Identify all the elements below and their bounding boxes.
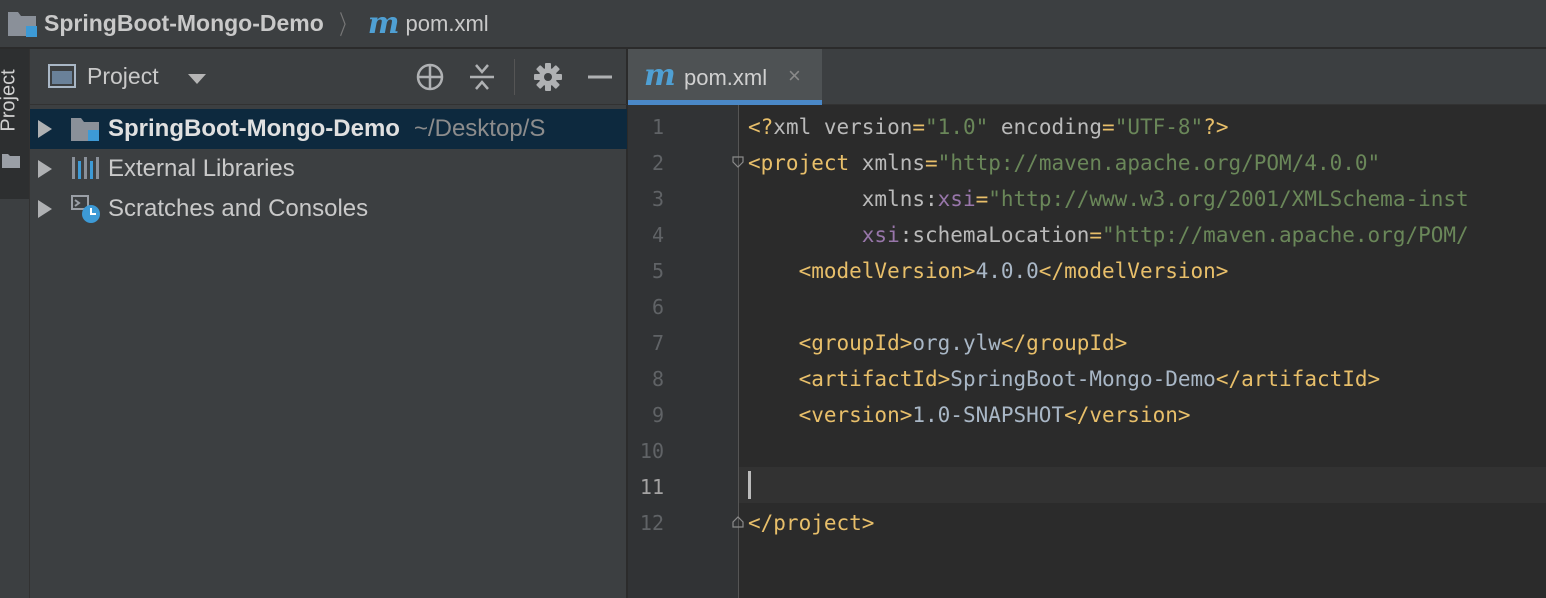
code-token: = bbox=[1089, 223, 1103, 247]
project-folder-icon bbox=[6, 9, 40, 39]
line-number: 8 bbox=[651, 367, 664, 391]
code-token: encoding bbox=[988, 115, 1103, 139]
code-token: </version> bbox=[1064, 403, 1191, 427]
project-tool-window-label: Project bbox=[0, 69, 20, 132]
code-token: 1.0-SNAPSHOT bbox=[912, 403, 1065, 427]
code-line: <modelVersion>4.0.0</modelVersion> bbox=[748, 253, 1229, 289]
code-line: <version>1.0-SNAPSHOT</version> bbox=[748, 397, 1191, 433]
project-view-icon bbox=[48, 64, 76, 88]
code-token: </groupId> bbox=[1000, 331, 1128, 355]
tree-item-project[interactable]: SpringBoot-Mongo-Demo ~/Desktop/S bbox=[30, 109, 627, 149]
navigation-breadcrumb: SpringBoot-Mongo-Demo 〉 m pom.xml bbox=[0, 0, 1546, 48]
code-token: </modelVersion> bbox=[1038, 259, 1229, 283]
minimize-icon[interactable] bbox=[584, 61, 616, 93]
tool-window-strip: Project bbox=[0, 49, 30, 598]
current-line-highlight bbox=[739, 467, 1546, 503]
editor-tab-bar: m pom.xml × bbox=[628, 49, 1546, 105]
gear-icon[interactable] bbox=[532, 61, 564, 93]
tree-item-label: Scratches and Consoles bbox=[108, 195, 369, 222]
libraries-icon bbox=[70, 153, 102, 185]
folder-icon bbox=[2, 153, 20, 168]
line-number: 3 bbox=[651, 187, 664, 211]
locate-file-icon[interactable] bbox=[414, 61, 446, 93]
fold-marker-icon[interactable] bbox=[732, 155, 744, 168]
code-token: = bbox=[925, 151, 938, 175]
line-number: 1 bbox=[651, 115, 664, 139]
code-token: "UTF-8" bbox=[1114, 115, 1204, 139]
code-token: SpringBoot-Mongo-Demo bbox=[950, 367, 1216, 391]
project-name: SpringBoot-Mongo-Demo bbox=[108, 115, 400, 142]
code-token: xml version bbox=[773, 115, 913, 139]
breadcrumb-file[interactable]: pom.xml bbox=[406, 11, 489, 37]
line-number: 2 bbox=[651, 151, 664, 175]
maven-file-icon: m bbox=[644, 58, 676, 93]
code-token: = bbox=[975, 187, 989, 211]
breadcrumb-project[interactable]: SpringBoot-Mongo-Demo bbox=[44, 10, 324, 37]
project-view-selector[interactable]: Project bbox=[87, 63, 159, 90]
code-token: ?> bbox=[1203, 115, 1229, 139]
breadcrumb-separator-icon: 〉 bbox=[338, 10, 355, 40]
code-token: xsi bbox=[937, 187, 976, 211]
project-panel-header: Project bbox=[30, 49, 627, 105]
code-line: <groupId>org.ylw</groupId> bbox=[748, 325, 1128, 361]
code-line: xsi:schemaLocation="http://maven.apache.… bbox=[748, 217, 1469, 253]
project-tool-window-tab[interactable]: Project bbox=[0, 49, 29, 199]
line-number: 7 bbox=[651, 331, 664, 355]
line-number: 11 bbox=[639, 475, 664, 499]
code-token: <modelVersion> bbox=[748, 259, 976, 283]
project-folder-icon bbox=[70, 113, 102, 145]
code-line: <artifactId>SpringBoot-Mongo-Demo</artif… bbox=[748, 361, 1381, 397]
code-token: <groupId> bbox=[748, 331, 913, 355]
project-panel: Project SpringBoot-Mongo-Demo ~/Desktop/… bbox=[30, 49, 627, 598]
code-token: xmlns: bbox=[748, 187, 938, 211]
code-token: :schemaLocation bbox=[899, 223, 1090, 247]
header-divider bbox=[514, 59, 515, 95]
code-line: </project> bbox=[748, 505, 874, 541]
line-number: 9 bbox=[651, 403, 664, 427]
text-caret bbox=[748, 471, 751, 499]
tree-item-label: SpringBoot-Mongo-Demo ~/Desktop/S bbox=[108, 115, 545, 143]
project-path: ~/Desktop/S bbox=[413, 115, 546, 142]
line-number: 12 bbox=[639, 511, 664, 535]
tab-label: pom.xml bbox=[684, 65, 768, 90]
code-editor[interactable]: 1 2 3 4 5 6 7 8 9 10 11 12 <?xml version="1.0" enco… bbox=[628, 105, 1546, 598]
code-token: "http://maven.apache.org/POM/ bbox=[1102, 223, 1469, 247]
tree-item-label: External Libraries bbox=[108, 155, 295, 182]
maven-file-icon: m bbox=[367, 5, 400, 41]
code-line: <project xmlns="http://maven.apache.org/… bbox=[748, 145, 1380, 181]
tree-item-scratches[interactable]: Scratches and Consoles bbox=[30, 189, 627, 229]
line-number: 10 bbox=[639, 439, 664, 463]
line-number: 5 bbox=[651, 259, 664, 283]
code-token: = bbox=[912, 115, 926, 139]
chevron-down-icon[interactable] bbox=[188, 74, 206, 84]
code-token: <version> bbox=[748, 403, 913, 427]
code-token: "http://www.w3.org/2001/XMLSchema-inst bbox=[988, 187, 1469, 211]
scratches-icon bbox=[70, 193, 102, 225]
line-number: 6 bbox=[651, 295, 664, 319]
code-token: <project bbox=[748, 151, 862, 175]
line-number: 4 bbox=[651, 223, 664, 247]
code-token: </project> bbox=[748, 511, 875, 535]
close-icon[interactable]: × bbox=[788, 63, 801, 89]
expand-arrow-icon[interactable] bbox=[38, 120, 52, 138]
expand-arrow-icon[interactable] bbox=[38, 200, 52, 218]
code-token: <? bbox=[748, 115, 774, 139]
code-line: <?xml version="1.0" encoding="UTF-8"?> bbox=[748, 109, 1229, 145]
code-token: <artifactId> bbox=[748, 367, 951, 391]
code-token: "1.0" bbox=[925, 115, 989, 139]
tree-item-external-libraries[interactable]: External Libraries bbox=[30, 149, 627, 189]
code-token: org.ylw bbox=[912, 331, 1001, 355]
code-token: "http://maven.apache.org/POM/4.0.0" bbox=[937, 151, 1381, 175]
code-token: xsi bbox=[748, 223, 900, 247]
fold-marker-icon[interactable] bbox=[732, 515, 744, 528]
code-token: xmlns bbox=[861, 151, 926, 175]
collapse-all-icon[interactable] bbox=[466, 61, 498, 93]
code-line: xmlns:xsi="http://www.w3.org/2001/XMLSch… bbox=[748, 181, 1469, 217]
expand-arrow-icon[interactable] bbox=[38, 160, 52, 178]
tab-pom-xml[interactable]: m pom.xml × bbox=[628, 49, 822, 105]
code-token: </artifactId> bbox=[1215, 367, 1381, 391]
code-token: = bbox=[1102, 115, 1115, 139]
code-token: 4.0.0 bbox=[975, 259, 1039, 283]
